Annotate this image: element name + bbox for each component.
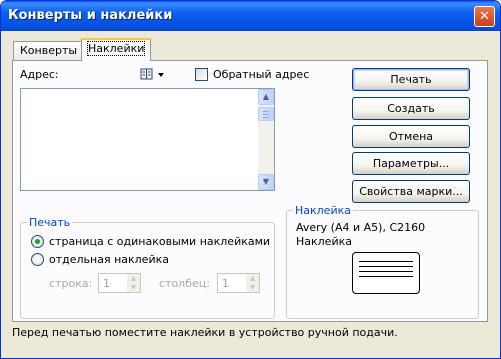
tab-envelopes[interactable]: Конверты bbox=[13, 41, 85, 60]
dialog-body: Конверты Наклейки Адрес: Обратный адрес bbox=[4, 31, 497, 355]
return-address-label[interactable]: Обратный адрес bbox=[213, 68, 309, 81]
label-group-title: Наклейка bbox=[293, 204, 353, 217]
address-label: Адрес: bbox=[20, 68, 59, 81]
create-button[interactable]: Создать bbox=[352, 97, 470, 120]
label-type: Наклейка bbox=[296, 235, 352, 248]
label-group[interactable]: Наклейка Avery (A4 и A5), C2160 Наклейка bbox=[286, 204, 479, 319]
chevron-down-icon: ▼ bbox=[262, 177, 270, 186]
chevron-up-icon: ▲ bbox=[262, 92, 270, 101]
scroll-thumb[interactable] bbox=[258, 107, 274, 121]
close-button[interactable]: ✕ bbox=[474, 6, 495, 27]
scroll-up-button[interactable]: ▲ bbox=[258, 89, 274, 105]
column-value: 1 bbox=[222, 277, 229, 290]
window-title: Конверты и наклейки bbox=[8, 8, 173, 23]
label-product: Avery (A4 и A5), C2160 bbox=[296, 221, 426, 234]
radio-selected-dot bbox=[35, 239, 40, 244]
print-group-title: Печать bbox=[27, 216, 73, 229]
close-icon: ✕ bbox=[479, 9, 490, 24]
title-bar[interactable]: Конверты и наклейки ✕ bbox=[1, 1, 500, 31]
spin-up-icon[interactable]: ▲ bbox=[127, 274, 140, 283]
options-button[interactable]: Параметры... bbox=[352, 152, 470, 175]
envelopes-labels-dialog: Конверты и наклейки ✕ Конверты Наклейки … bbox=[0, 0, 501, 359]
row-value: 1 bbox=[103, 277, 110, 290]
column-spinner[interactable]: 1 ▲ ▼ bbox=[217, 273, 260, 293]
column-label: столбец: bbox=[159, 277, 210, 290]
spin-up-icon[interactable]: ▲ bbox=[246, 274, 259, 283]
row-label: строка: bbox=[49, 277, 93, 290]
dropdown-arrow-icon bbox=[158, 73, 164, 77]
full-page-label[interactable]: страница с одинаковыми наклейками bbox=[49, 235, 270, 248]
full-page-radio[interactable] bbox=[31, 235, 44, 248]
address-book-icon bbox=[140, 68, 164, 80]
labels-tab-panel: Адрес: Обратный адрес ▲ ▼ Печать Создать… bbox=[12, 60, 488, 322]
tab-labels[interactable]: Наклейки bbox=[81, 38, 152, 61]
address-textarea[interactable]: ▲ ▼ bbox=[20, 88, 275, 191]
scroll-down-button[interactable]: ▼ bbox=[258, 174, 274, 190]
print-group: Печать страница с одинаковыми наклейками… bbox=[20, 216, 275, 319]
address-book-button[interactable] bbox=[140, 68, 166, 81]
cancel-button[interactable]: Отмена bbox=[352, 125, 470, 148]
return-address-checkbox[interactable] bbox=[195, 68, 208, 81]
stamp-properties-button[interactable]: Свойства марки... bbox=[352, 180, 470, 203]
single-label-radio[interactable] bbox=[31, 253, 44, 266]
spin-down-icon[interactable]: ▼ bbox=[246, 283, 259, 292]
tab-labels-label: Наклейки bbox=[86, 41, 146, 56]
single-label-label[interactable]: отдельная наклейка bbox=[49, 253, 169, 266]
spin-down-icon[interactable]: ▼ bbox=[127, 283, 140, 292]
print-button[interactable]: Печать bbox=[352, 68, 470, 91]
row-spinner[interactable]: 1 ▲ ▼ bbox=[98, 273, 141, 293]
label-preview-icon[interactable] bbox=[352, 252, 420, 294]
address-scrollbar[interactable]: ▲ ▼ bbox=[258, 89, 274, 190]
status-message: Перед печатью поместите наклейки в устро… bbox=[12, 326, 398, 339]
tab-envelopes-label: Конверты bbox=[20, 44, 78, 57]
